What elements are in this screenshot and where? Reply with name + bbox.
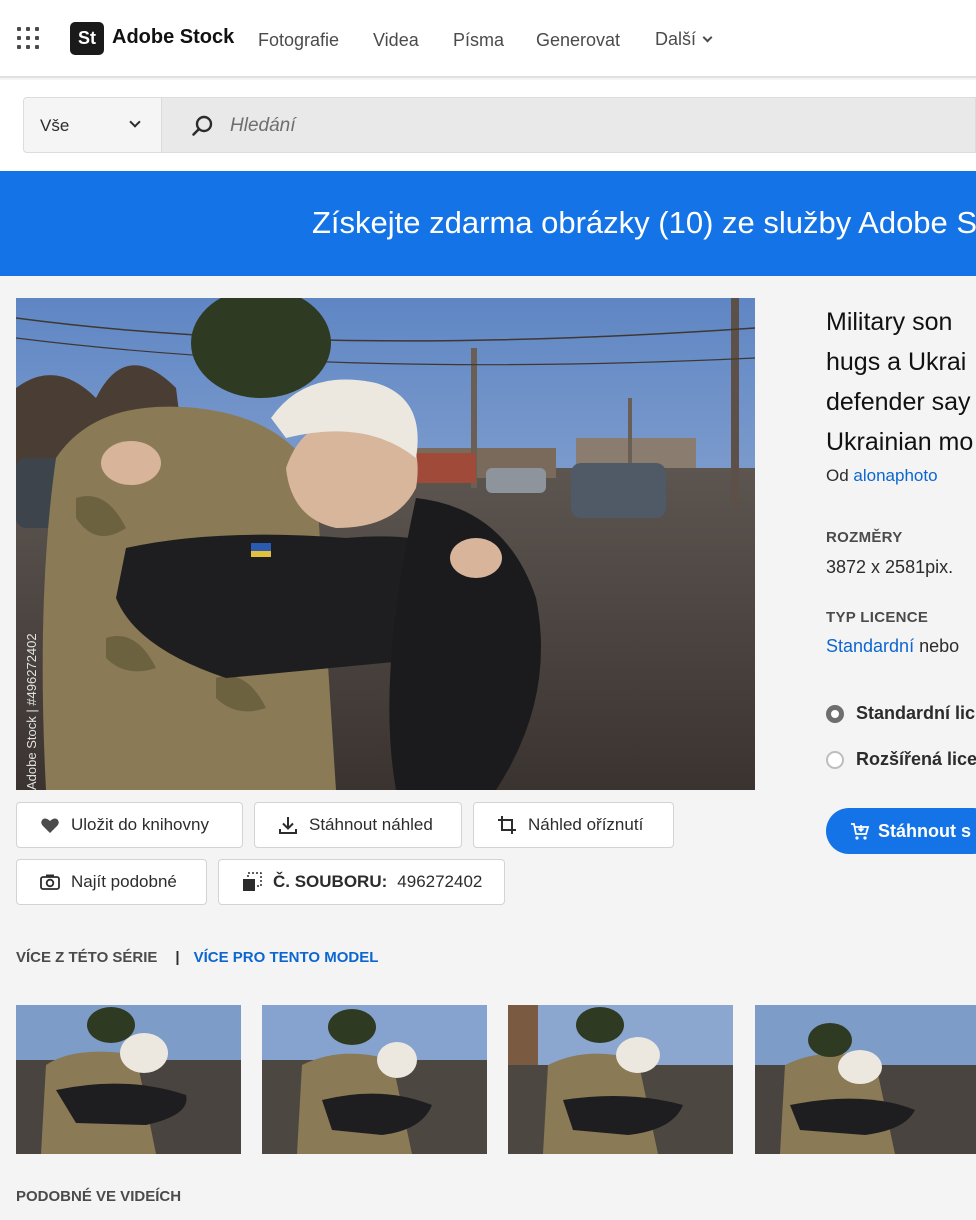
search-input[interactable]: Hledání (162, 97, 976, 153)
radio-standard-license-label: Standardní lic (856, 703, 976, 723)
more-for-model-link[interactable]: VÍCE PRO TENTO MODEL (194, 949, 379, 966)
asset-title-line: Ukrainian mo (826, 428, 974, 456)
save-to-library-label: Uložit do knihovny (71, 815, 209, 834)
radio-extended-license[interactable]: Rozšířená lice (826, 749, 976, 770)
series-links: VÍCE Z TÉTO SÉRIE | VÍCE PRO TENTO MODEL (16, 949, 378, 966)
promo-banner[interactable]: Získejte zdarma obrázky (10) ze služby A… (0, 171, 976, 276)
file-number-icon (243, 872, 262, 891)
download-preview-button[interactable]: Stáhnout náhled (254, 802, 462, 848)
author-link[interactable]: alonaphoto (853, 466, 937, 485)
nav-item-videos[interactable]: Videa (373, 30, 419, 51)
adobe-stock-logo-text[interactable]: Adobe Stock (112, 26, 234, 49)
series-thumbnail[interactable] (262, 1005, 487, 1154)
search-placeholder: Hledání (230, 115, 296, 136)
thumbnail-image (16, 1005, 241, 1154)
radio-selected-icon (826, 704, 844, 723)
main-preview-image[interactable]: Adobe Stock | #496272402 (16, 298, 755, 790)
search-scope-select[interactable]: Vše (23, 97, 162, 153)
asset-title: Military son hugs a Ukrai defender say U… (826, 302, 976, 462)
author-line: Od alonaphoto (826, 466, 938, 486)
series-separator: | (175, 949, 180, 966)
nav-item-more[interactable]: Další (655, 29, 713, 50)
asset-title-line: hugs a Ukrai (826, 348, 967, 376)
photo-illustration (16, 298, 755, 790)
more-from-series-link[interactable]: VÍCE Z TÉTO SÉRIE (16, 949, 157, 966)
standard-license-link[interactable]: Standardní (826, 636, 914, 656)
file-number-label: Č. SOUBORU: (273, 872, 388, 891)
cart-icon (851, 823, 870, 840)
crop-icon (498, 816, 516, 834)
promo-banner-text: Získejte zdarma obrázky (10) ze služby A… (312, 205, 976, 240)
license-type-rest: nebo (914, 636, 960, 656)
radio-extended-license-label: Rozšířená lice (856, 749, 976, 769)
top-navigation: St Adobe Stock Fotografie Videa Písma Ge… (0, 0, 976, 78)
search-icon (192, 115, 213, 136)
crop-preview-button[interactable]: Náhled oříznutí (473, 802, 674, 848)
series-thumbnail[interactable] (16, 1005, 241, 1154)
app-switcher-icon[interactable] (17, 27, 39, 49)
download-license-button[interactable]: Stáhnout s (826, 808, 976, 854)
search-bar: Vše Hledání (0, 80, 976, 171)
thumbnail-image (508, 1005, 733, 1154)
thumbnail-image (755, 1005, 976, 1154)
adobe-stock-logo-icon[interactable]: St (70, 22, 104, 55)
chevron-down-icon (129, 116, 141, 128)
download-preview-label: Stáhnout náhled (309, 815, 433, 834)
dimensions-value: 3872 x 2581pix. (826, 557, 954, 577)
nav-item-photos[interactable]: Fotografie (258, 30, 339, 51)
similar-videos-heading: PODOBNÉ VE VIDEÍCH (16, 1188, 182, 1205)
series-thumbnail[interactable] (508, 1005, 733, 1154)
stock-watermark: Adobe Stock | #496272402 (24, 633, 39, 790)
file-number-field[interactable]: Č. SOUBORU: 496272402 (218, 859, 505, 905)
heart-icon (41, 818, 59, 833)
asset-title-line: defender say (826, 388, 971, 416)
asset-title-line: Military son (826, 308, 953, 336)
nav-item-fonts[interactable]: Písma (453, 30, 504, 51)
file-number-value: 496272402 (397, 872, 483, 891)
license-type-label: TYP LICENCE (826, 609, 929, 626)
download-icon (279, 817, 297, 834)
save-to-library-button[interactable]: Uložit do knihovny (16, 802, 243, 848)
author-prefix: Od (826, 466, 854, 485)
dimensions-label: ROZMĚRY (826, 529, 903, 546)
camera-icon (40, 874, 60, 890)
nav-item-generate[interactable]: Generovat (536, 30, 620, 51)
radio-unselected-icon (826, 750, 844, 769)
chevron-down-icon (702, 32, 713, 43)
thumbnail-image (262, 1005, 487, 1154)
nav-item-more-label: Další (655, 29, 697, 49)
search-scope-value: Vše (40, 116, 70, 135)
download-license-label: Stáhnout s (878, 820, 971, 841)
radio-standard-license[interactable]: Standardní lic (826, 703, 975, 724)
license-type-value: Standardní nebo (826, 636, 959, 657)
find-similar-label: Najít podobné (71, 872, 177, 891)
series-thumbnail[interactable] (755, 1005, 976, 1154)
crop-preview-label: Náhled oříznutí (528, 815, 644, 834)
find-similar-button[interactable]: Najít podobné (16, 859, 207, 905)
